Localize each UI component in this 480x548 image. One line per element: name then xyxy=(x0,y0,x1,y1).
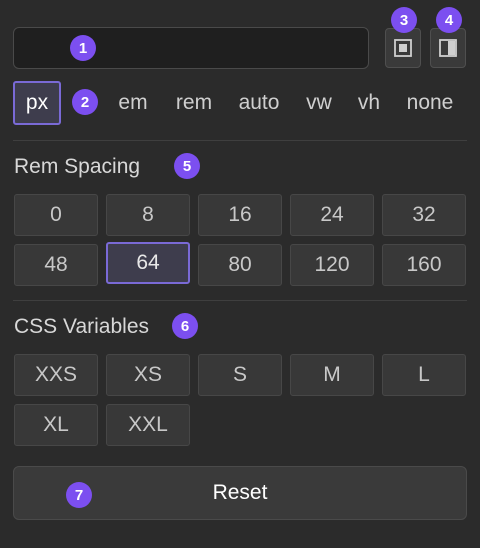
annotation-badge-5: 5 xyxy=(174,153,200,179)
padding-all-icon xyxy=(394,39,412,57)
annotation-badge-2: 2 xyxy=(72,89,98,115)
annotation-badge-7: 7 xyxy=(66,482,92,508)
unit-auto[interactable]: auto xyxy=(234,81,284,125)
css-variables-title: CSS Variables xyxy=(14,315,150,338)
unit-rem[interactable]: rem xyxy=(171,81,217,125)
css-variable-option[interactable]: XXS xyxy=(14,354,98,396)
css-variable-option[interactable]: S xyxy=(198,354,282,396)
unit-none[interactable]: none xyxy=(402,81,458,125)
annotation-badge-1: 1 xyxy=(70,35,96,61)
divider xyxy=(13,140,467,141)
unit-em[interactable]: em xyxy=(115,81,151,125)
rem-spacing-option[interactable]: 120 xyxy=(290,244,374,286)
padding-split-button[interactable] xyxy=(430,28,466,68)
rem-spacing-option[interactable]: 0 xyxy=(14,194,98,236)
rem-spacing-option[interactable]: 24 xyxy=(290,194,374,236)
rem-spacing-title: Rem Spacing xyxy=(14,155,141,178)
rem-spacing-option[interactable]: 48 xyxy=(14,244,98,286)
annotation-badge-3: 3 xyxy=(391,7,417,33)
css-variable-option[interactable]: XL xyxy=(14,404,98,446)
rem-spacing-option-selected[interactable]: 64 xyxy=(106,242,190,284)
unit-vw[interactable]: vw xyxy=(302,81,336,125)
divider xyxy=(13,300,467,301)
annotation-badge-4: 4 xyxy=(436,7,462,33)
css-variable-option[interactable]: L xyxy=(382,354,466,396)
unit-px[interactable]: px xyxy=(13,81,61,125)
css-variable-option[interactable]: XS xyxy=(106,354,190,396)
unit-vh[interactable]: vh xyxy=(354,81,384,125)
css-variable-option[interactable]: XXL xyxy=(106,404,190,446)
annotation-badge-6: 6 xyxy=(172,313,198,339)
value-input[interactable] xyxy=(13,27,369,69)
css-variable-option[interactable]: M xyxy=(290,354,374,396)
padding-split-icon xyxy=(439,39,457,57)
rem-spacing-option[interactable]: 80 xyxy=(198,244,282,286)
padding-all-button[interactable] xyxy=(385,28,421,68)
rem-spacing-option[interactable]: 8 xyxy=(106,194,190,236)
rem-spacing-option[interactable]: 160 xyxy=(382,244,466,286)
rem-spacing-option[interactable]: 32 xyxy=(382,194,466,236)
rem-spacing-option[interactable]: 16 xyxy=(198,194,282,236)
